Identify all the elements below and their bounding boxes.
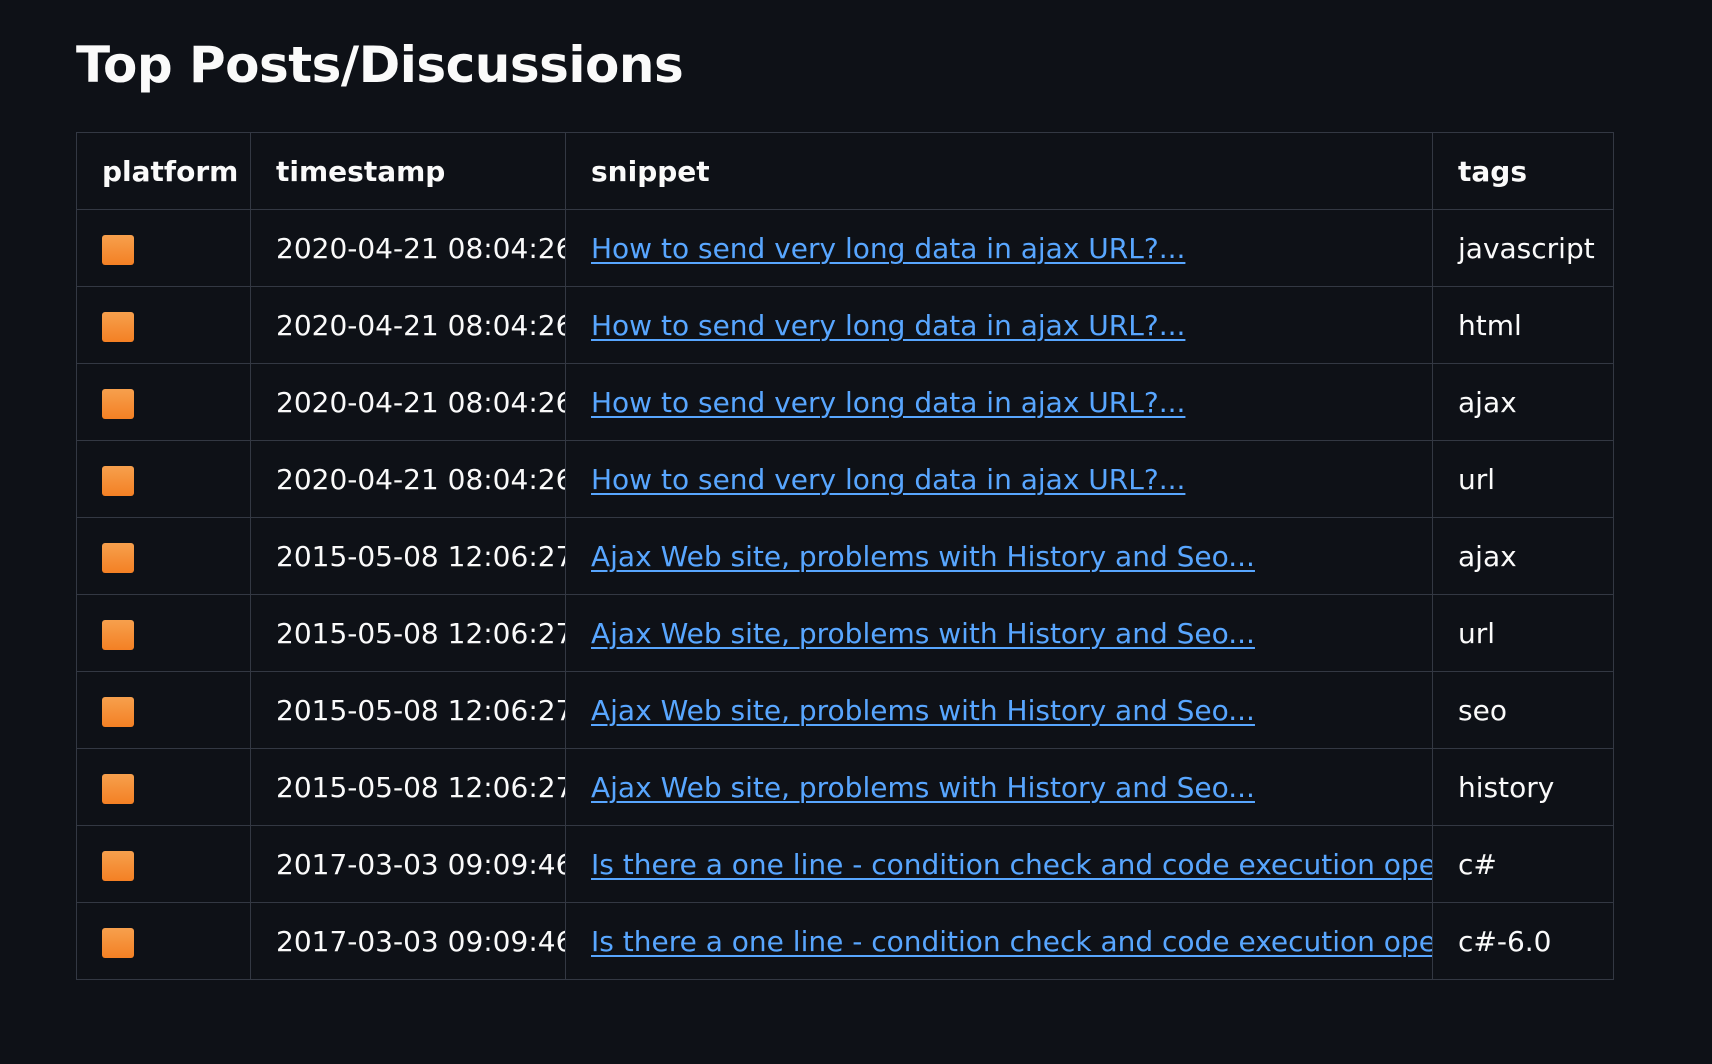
- timestamp-cell: 2017-03-03 09:09:46: [250, 825, 566, 903]
- snippet-link[interactable]: Ajax Web site, problems with History and…: [591, 694, 1255, 727]
- table-row: 2015-05-08 12:06:27 Ajax Web site, proble…: [76, 748, 1614, 826]
- table-header-row: platform timestamp snippet tags: [76, 132, 1614, 210]
- platform-cell: [76, 363, 251, 441]
- table-row: 2020-04-21 08:04:26 How to send very long…: [76, 209, 1614, 287]
- timestamp-cell: 2015-05-08 12:06:27: [250, 594, 566, 672]
- tags-cell: html: [1432, 286, 1614, 364]
- table-row: 2017-03-03 09:09:46 Is there a one line -…: [76, 825, 1614, 903]
- tags-cell: url: [1432, 440, 1614, 518]
- orange-square-icon: [102, 234, 134, 265]
- snippet-link[interactable]: Ajax Web site, problems with History and…: [591, 771, 1255, 804]
- timestamp-cell: 2015-05-08 12:06:27: [250, 517, 566, 595]
- snippet-link[interactable]: How to send very long data in ajax URL?.…: [591, 232, 1185, 265]
- tags-cell: history: [1432, 748, 1614, 826]
- tags-cell: javascript: [1432, 209, 1614, 287]
- platform-cell: [76, 594, 251, 672]
- platform-cell: [76, 671, 251, 749]
- snippet-link[interactable]: How to send very long data in ajax URL?.…: [591, 309, 1185, 342]
- column-header-platform: platform: [76, 132, 251, 210]
- orange-square-icon: [102, 542, 134, 573]
- table-row: 2015-05-08 12:06:27 Ajax Web site, proble…: [76, 594, 1614, 672]
- platform-cell: [76, 286, 251, 364]
- snippet-cell: Is there a one line - condition check an…: [565, 902, 1433, 980]
- page-title: Top Posts/Discussions: [76, 36, 684, 94]
- orange-square-icon: [102, 927, 134, 958]
- posts-table: platform timestamp snippet tags 2020-04-…: [76, 132, 1614, 980]
- orange-square-icon: [102, 773, 134, 804]
- snippet-cell: How to send very long data in ajax URL?.…: [565, 286, 1433, 364]
- table-row: 2015-05-08 12:06:27 Ajax Web site, proble…: [76, 517, 1614, 595]
- timestamp-cell: 2020-04-21 08:04:26: [250, 286, 566, 364]
- platform-cell: [76, 902, 251, 980]
- snippet-cell: Ajax Web site, problems with History and…: [565, 594, 1433, 672]
- snippet-cell: How to send very long data in ajax URL?.…: [565, 363, 1433, 441]
- snippet-link[interactable]: Is there a one line - condition check an…: [591, 848, 1432, 881]
- snippet-link[interactable]: How to send very long data in ajax URL?.…: [591, 463, 1185, 496]
- tags-cell: ajax: [1432, 363, 1614, 441]
- timestamp-cell: 2017-03-03 09:09:46: [250, 902, 566, 980]
- platform-cell: [76, 440, 251, 518]
- column-header-snippet: snippet: [565, 132, 1433, 210]
- table-row: 2017-03-03 09:09:46 Is there a one line -…: [76, 902, 1614, 980]
- column-header-tags: tags: [1432, 132, 1614, 210]
- orange-square-icon: [102, 696, 134, 727]
- snippet-link[interactable]: Ajax Web site, problems with History and…: [591, 617, 1255, 650]
- orange-square-icon: [102, 388, 134, 419]
- snippet-link[interactable]: Ajax Web site, problems with History and…: [591, 540, 1255, 573]
- orange-square-icon: [102, 311, 134, 342]
- platform-cell: [76, 748, 251, 826]
- platform-cell: [76, 825, 251, 903]
- table-row: 2015-05-08 12:06:27 Ajax Web site, proble…: [76, 671, 1614, 749]
- timestamp-cell: 2015-05-08 12:06:27: [250, 671, 566, 749]
- platform-cell: [76, 517, 251, 595]
- orange-square-icon: [102, 619, 134, 650]
- timestamp-cell: 2020-04-21 08:04:26: [250, 363, 566, 441]
- timestamp-cell: 2020-04-21 08:04:26: [250, 440, 566, 518]
- snippet-link[interactable]: How to send very long data in ajax URL?.…: [591, 386, 1185, 419]
- snippet-cell: How to send very long data in ajax URL?.…: [565, 440, 1433, 518]
- snippet-cell: Is there a one line - condition check an…: [565, 825, 1433, 903]
- platform-cell: [76, 209, 251, 287]
- snippet-link[interactable]: Is there a one line - condition check an…: [591, 925, 1432, 958]
- orange-square-icon: [102, 850, 134, 881]
- tags-cell: ajax: [1432, 517, 1614, 595]
- snippet-cell: How to send very long data in ajax URL?.…: [565, 209, 1433, 287]
- table-row: 2020-04-21 08:04:26 How to send very long…: [76, 363, 1614, 441]
- table-row: 2020-04-21 08:04:26 How to send very long…: [76, 286, 1614, 364]
- table-row: 2020-04-21 08:04:26 How to send very long…: [76, 440, 1614, 518]
- posts-section: Top Posts/Discussions platform timestamp…: [76, 28, 1614, 980]
- tags-cell: url: [1432, 594, 1614, 672]
- table-body: 2020-04-21 08:04:26 How to send very long…: [76, 209, 1614, 980]
- snippet-cell: Ajax Web site, problems with History and…: [565, 517, 1433, 595]
- column-header-timestamp: timestamp: [250, 132, 566, 210]
- timestamp-cell: 2015-05-08 12:06:27: [250, 748, 566, 826]
- tags-cell: c#-6.0: [1432, 902, 1614, 980]
- timestamp-cell: 2020-04-21 08:04:26: [250, 209, 566, 287]
- snippet-cell: Ajax Web site, problems with History and…: [565, 671, 1433, 749]
- orange-square-icon: [102, 465, 134, 496]
- snippet-cell: Ajax Web site, problems with History and…: [565, 748, 1433, 826]
- tags-cell: c#: [1432, 825, 1614, 903]
- tags-cell: seo: [1432, 671, 1614, 749]
